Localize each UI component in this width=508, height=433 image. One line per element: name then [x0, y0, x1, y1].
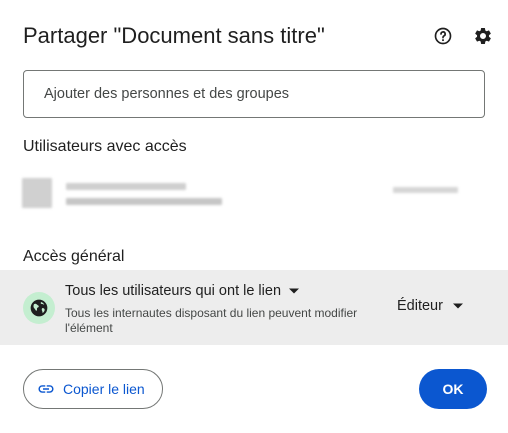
caret-down-icon [452, 303, 463, 309]
role-dropdown[interactable]: Éditeur [397, 298, 463, 314]
link-icon [38, 385, 54, 393]
copy-link-label: Copier le lien [63, 381, 145, 397]
role-label: Éditeur [397, 298, 443, 314]
add-people-input[interactable] [23, 70, 485, 118]
caret-down-icon [289, 288, 300, 294]
share-dialog: Partager "Document sans titre" Utilisate… [0, 0, 508, 433]
user-email-redacted [66, 198, 222, 205]
dialog-title: Partager "Document sans titre" [23, 23, 325, 48]
general-access-heading: Accès général [23, 248, 125, 265]
help-circle-icon [434, 27, 452, 45]
link-access-description: Tous les internautes disposant du lien p… [65, 306, 358, 335]
link-access-scope-dropdown[interactable]: Tous les utilisateurs qui ont le lien [65, 283, 300, 299]
user-role-redacted [393, 187, 458, 193]
copy-link-button[interactable]: Copier le lien [23, 369, 163, 409]
settings-button[interactable] [471, 24, 495, 48]
ok-button[interactable]: OK [419, 369, 487, 409]
link-access-scope-label: Tous les utilisateurs qui ont le lien [65, 283, 282, 299]
help-button[interactable] [431, 24, 455, 48]
general-access-row: Tous les utilisateurs qui ont le lien To… [0, 270, 508, 345]
globe-icon [30, 299, 48, 317]
globe-icon-badge [23, 292, 55, 324]
gear-icon [475, 27, 491, 44]
avatar [22, 178, 52, 208]
users-with-access-heading: Utilisateurs avec accès [23, 138, 187, 155]
user-name-redacted [66, 183, 186, 190]
